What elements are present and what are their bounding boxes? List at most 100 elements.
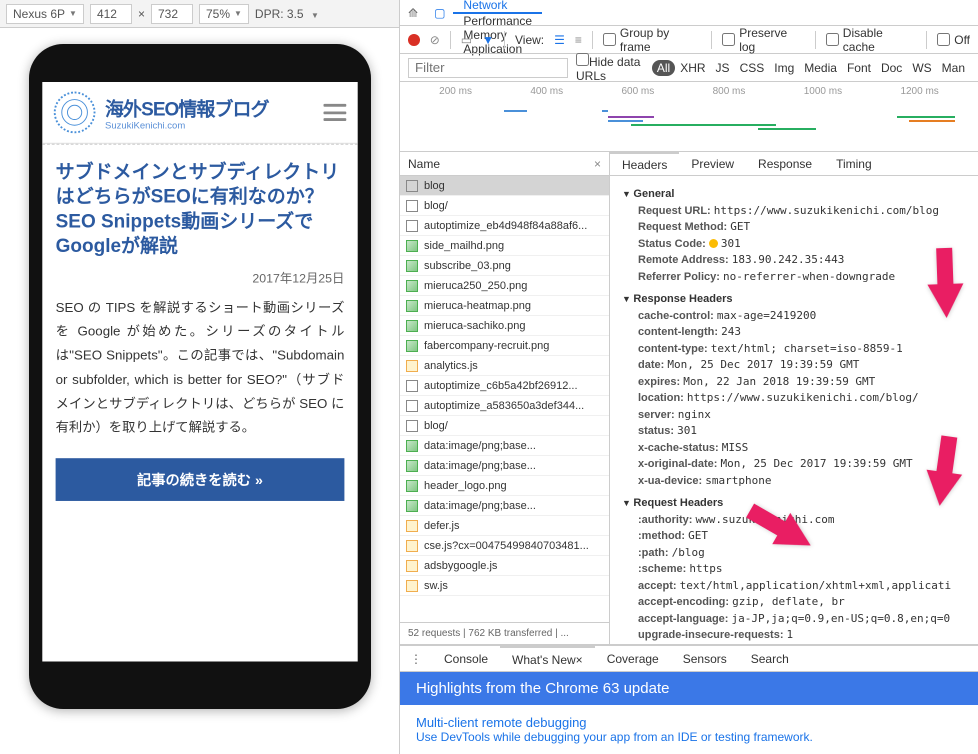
list-view-icon[interactable]: ☰ [554,33,565,47]
request-row[interactable]: defer.js [400,516,609,536]
header-row: Request Method: GET [622,219,978,236]
filter-type-font[interactable]: Font [842,60,876,76]
request-row[interactable]: sw.js [400,576,609,596]
preserve-log-checkbox[interactable]: Preserve log [722,26,805,54]
filter-type-xhr[interactable]: XHR [675,60,710,76]
group-by-frame-checkbox[interactable]: Group by frame [603,26,701,54]
detail-tab-headers[interactable]: Headers [610,152,679,175]
detail-tab-preview[interactable]: Preview [679,152,746,175]
network-toolbar: ⊘ ▭ ▼ View: ☰ ≡ Group by frame Preserve … [400,26,978,54]
filter-type-doc[interactable]: Doc [876,60,907,76]
device-toggle-icon[interactable]: ▢ [426,6,453,20]
inspect-icon[interactable]: ⟰ [400,6,426,20]
detail-tab-response[interactable]: Response [746,152,824,175]
request-row[interactable]: subscribe_03.png [400,256,609,276]
drawer-tab-sensors[interactable]: Sensors [671,646,739,671]
tab-network[interactable]: Network [453,0,542,14]
img-icon [406,460,418,472]
phone-screen[interactable]: 海外SEO情報ブログ SuzukiKenichi.com サブドメインとサブディ… [42,82,357,662]
request-row[interactable]: mieruca-sachiko.png [400,316,609,336]
name-column-header[interactable]: Name [408,157,440,171]
height-input[interactable]: 732 [151,4,193,24]
drawer-tab-console[interactable]: Console [432,646,500,671]
request-list: Name× blogblog/autoptimize_eb4d948f84a88… [400,152,610,644]
request-row[interactable]: mieruca-heatmap.png [400,296,609,316]
request-row[interactable]: analytics.js [400,356,609,376]
camera-icon[interactable]: ▭ [461,33,472,47]
request-row[interactable]: blog/ [400,416,609,436]
img-icon [406,440,418,452]
drawer-tab-whatsnew[interactable]: What's New × [500,646,595,671]
section-response[interactable]: Response Headers [622,291,978,308]
close-icon[interactable]: × [594,157,601,171]
view-label: View: [515,33,544,47]
record-icon[interactable] [408,34,420,46]
header-row: content-type: text/html; charset=iso-885… [622,341,978,358]
filter-type-media[interactable]: Media [799,60,842,76]
drawer: ⋮ ConsoleWhat's New ×CoverageSensorsSear… [400,645,978,754]
header-row: x-original-date: Mon, 25 Dec 2017 19:39:… [622,456,978,473]
filter-input[interactable] [408,58,568,78]
device-toolbar: Nexus 6P▼ 412 × 732 75%▼ DPR: 3.5 ▼ [0,0,399,28]
header-row: date: Mon, 25 Dec 2017 19:39:59 GMT [622,357,978,374]
header-row: status: 301 [622,423,978,440]
img-icon [406,300,418,312]
header-row: Status Code: 301 [622,236,978,253]
read-more-button[interactable]: 記事の続きを読む » [55,458,344,501]
chevron-down-icon: ▼ [234,9,242,18]
detail-tab-timing[interactable]: Timing [824,152,884,175]
drawer-menu-icon[interactable]: ⋮ [400,652,432,666]
blog-subtitle: SuzukiKenichi.com [105,121,314,131]
hide-data-urls-checkbox[interactable]: Hide data URLs [576,53,644,83]
request-row[interactable]: header_logo.png [400,476,609,496]
viewport: 海外SEO情報ブログ SuzukiKenichi.com サブドメインとサブディ… [0,28,399,754]
header-row: accept-encoding: gzip, deflate, br [622,594,978,611]
filter-type-img[interactable]: Img [769,60,799,76]
release-note-link[interactable]: Multi-client remote debugging [416,715,962,730]
request-row[interactable]: blog [400,176,609,196]
dpr-label: DPR: 3.5 ▼ [255,7,319,21]
img-icon [406,280,418,292]
width-input[interactable]: 412 [90,4,132,24]
img-icon [406,340,418,352]
request-row[interactable]: data:image/png;base... [400,456,609,476]
zoom-select[interactable]: 75%▼ [199,4,249,24]
request-row[interactable]: side_mailhd.png [400,236,609,256]
request-row[interactable]: cse.js?cx=00475499840703481... [400,536,609,556]
status-dot-icon [709,239,718,248]
drawer-tab-search[interactable]: Search [739,646,801,671]
filter-icon[interactable]: ▼ [482,33,494,47]
filter-bar: Hide data URLs AllXHRJSCSSImgMediaFontDo… [400,54,978,82]
request-row[interactable]: data:image/png;base... [400,496,609,516]
filter-type-all[interactable]: All [652,60,675,76]
offline-checkbox[interactable]: Off [937,33,970,47]
img-icon [406,320,418,332]
phone-frame: 海外SEO情報ブログ SuzukiKenichi.com サブドメインとサブディ… [29,44,371,709]
request-row[interactable]: autoptimize_eb4d948f84a88af6... [400,216,609,236]
request-row[interactable]: autoptimize_c6b5a42bf26912... [400,376,609,396]
clear-icon[interactable]: ⊘ [430,33,440,47]
filter-type-css[interactable]: CSS [735,60,770,76]
drawer-tab-coverage[interactable]: Coverage [595,646,671,671]
timeline[interactable]: 200 ms400 ms600 ms800 ms1000 ms1200 ms [400,82,978,152]
waterfall-view-icon[interactable]: ≡ [575,33,582,47]
device-select[interactable]: Nexus 6P▼ [6,4,84,24]
filter-type-ws[interactable]: WS [907,60,936,76]
menu-icon[interactable] [323,104,346,121]
close-icon[interactable]: × [576,653,583,667]
disable-cache-checkbox[interactable]: Disable cache [826,26,916,54]
request-row[interactable]: blog/ [400,196,609,216]
article-title[interactable]: サブドメインとサブディレクトリはどちらがSEOに有利なのか？ SEO Snipp… [55,160,344,259]
filter-type-man[interactable]: Man [937,60,970,76]
request-row[interactable]: adsbygoogle.js [400,556,609,576]
img-icon [406,500,418,512]
request-row[interactable]: mieruca250_250.png [400,276,609,296]
header-row: cache-control: max-age=2419200 [622,308,978,325]
request-row[interactable]: data:image/png;base... [400,436,609,456]
annotation-arrow [922,470,962,509]
request-row[interactable]: autoptimize_a583650a3def344... [400,396,609,416]
request-row[interactable]: fabercompany-recruit.png [400,336,609,356]
section-general[interactable]: General [622,186,978,203]
filter-type-js[interactable]: JS [711,60,735,76]
globe-icon [53,92,95,134]
